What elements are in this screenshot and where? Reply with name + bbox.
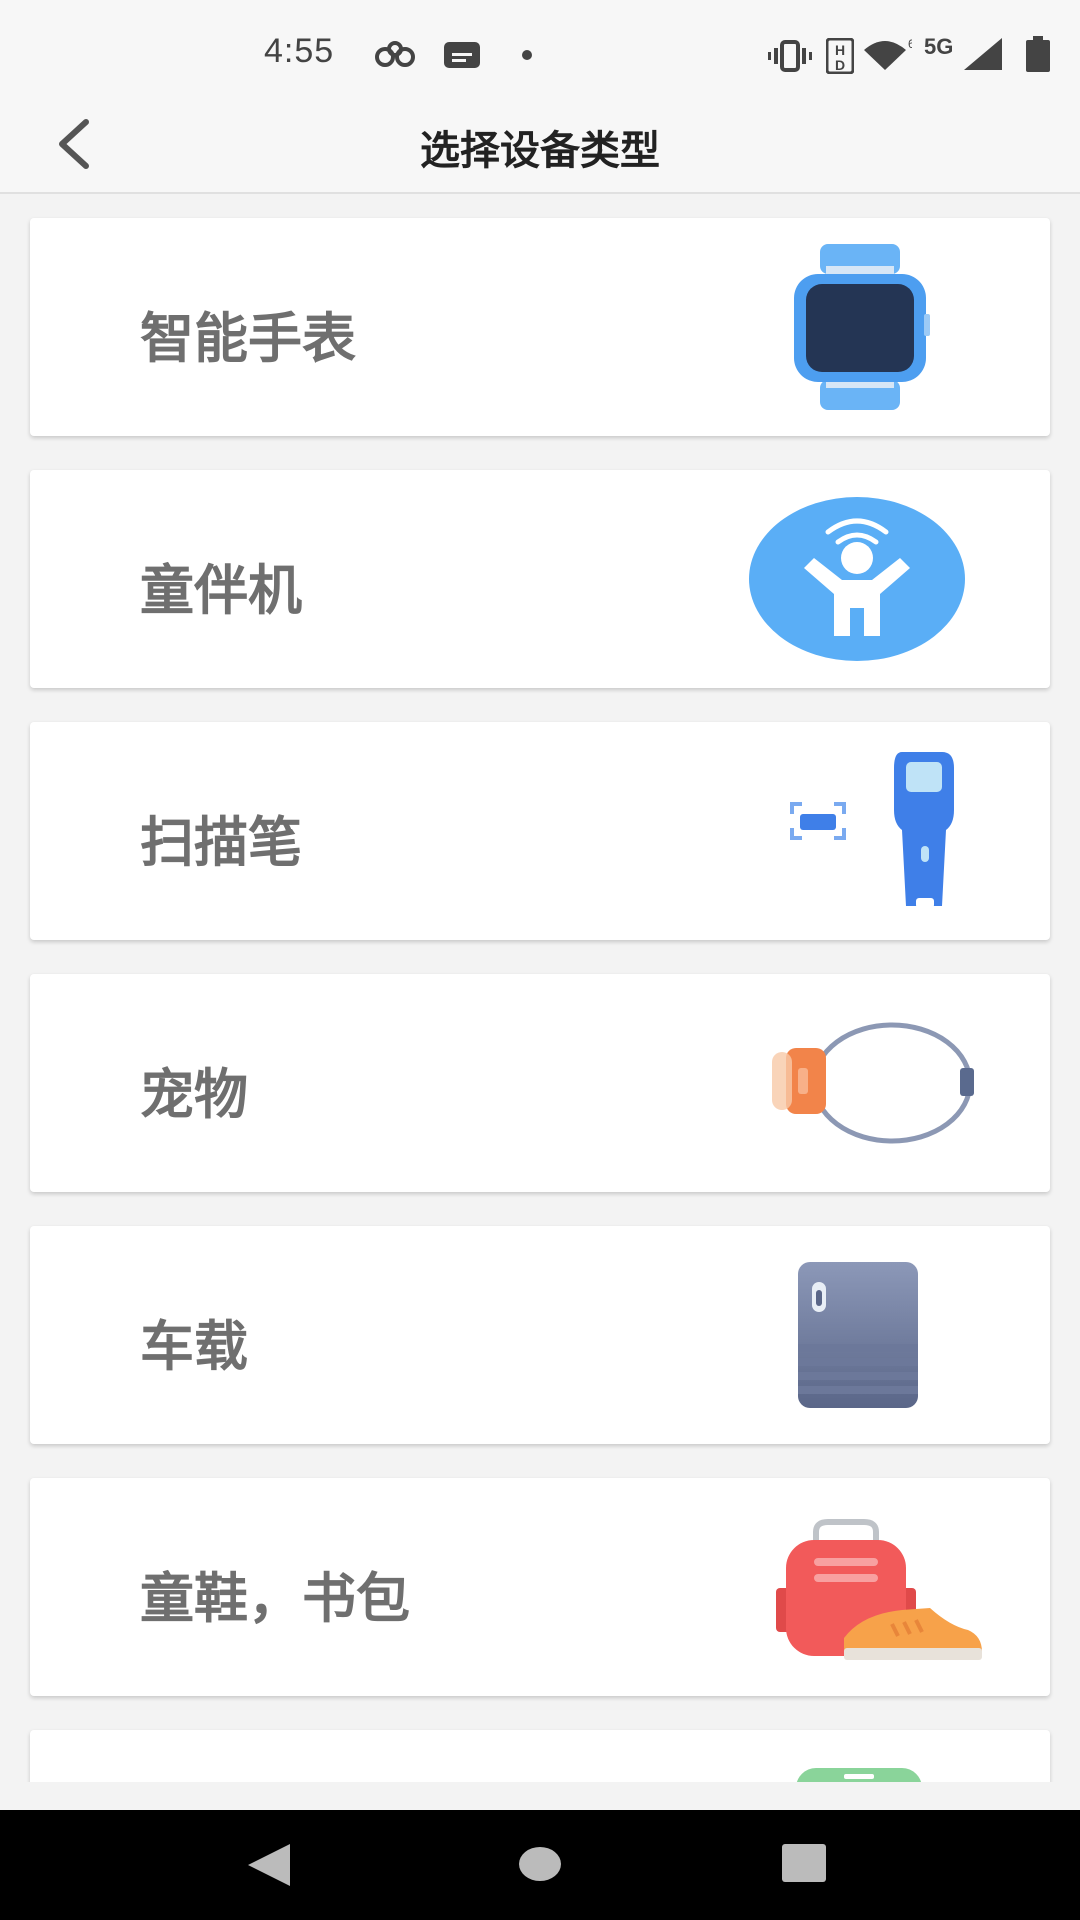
device-label: 童伴机: [140, 559, 302, 622]
wifi-icon: 6: [864, 37, 912, 70]
smartwatch-icon: [794, 244, 930, 410]
network-label: 5G: [924, 34, 954, 59]
device-card-scan-pen[interactable]: 扫描笔: [30, 722, 1050, 940]
status-time: 4:55: [264, 32, 335, 70]
device-label: 车载: [140, 1315, 248, 1378]
scan-pen-icon: [790, 752, 954, 908]
svg-text:D: D: [835, 57, 845, 73]
dot-icon: [522, 50, 532, 60]
signal-icon: [964, 38, 1002, 70]
page-title: 选择设备类型: [420, 128, 660, 174]
svg-text:H: H: [835, 42, 845, 58]
device-card-partial[interactable]: [30, 1730, 1050, 1782]
infinity-icon: [375, 41, 415, 67]
device-label: 童鞋，书包: [140, 1567, 410, 1630]
device-label: 智能手表: [140, 307, 356, 370]
system-nav-bar: [0, 1810, 1080, 1920]
battery-icon: [1026, 36, 1050, 72]
nav-recents-icon[interactable]: [782, 1844, 826, 1884]
device-card-smartwatch[interactable]: 智能手表: [30, 218, 1050, 436]
shoe-bag-icon: [776, 1519, 982, 1660]
device-card-child-companion[interactable]: 童伴机: [30, 470, 1050, 688]
app-header: 选择设备类型: [0, 100, 1080, 194]
partial-device-icon: [796, 1768, 922, 1782]
device-type-list[interactable]: 智能手表 童伴机 扫描笔 宠物 车载 童鞋，书包: [0, 194, 1080, 1782]
vibrate-icon: [768, 40, 812, 72]
child-companion-icon: [749, 497, 965, 661]
svg-text:6: 6: [908, 37, 912, 51]
nav-back-icon[interactable]: [246, 1842, 292, 1888]
device-card-car[interactable]: 车载: [30, 1226, 1050, 1444]
device-card-shoe-bag[interactable]: 童鞋，书包: [30, 1478, 1050, 1696]
status-bar: 4:55 H D 6 5G: [0, 0, 1080, 100]
hd-icon: H D: [826, 38, 854, 74]
car-device-icon: [798, 1262, 918, 1408]
pet-collar-icon: [772, 1022, 974, 1144]
device-card-pet[interactable]: 宠物: [30, 974, 1050, 1192]
device-label: 宠物: [140, 1063, 248, 1126]
nav-home-icon[interactable]: [518, 1844, 562, 1884]
device-label: 扫描笔: [140, 811, 302, 874]
message-icon: [444, 42, 480, 68]
